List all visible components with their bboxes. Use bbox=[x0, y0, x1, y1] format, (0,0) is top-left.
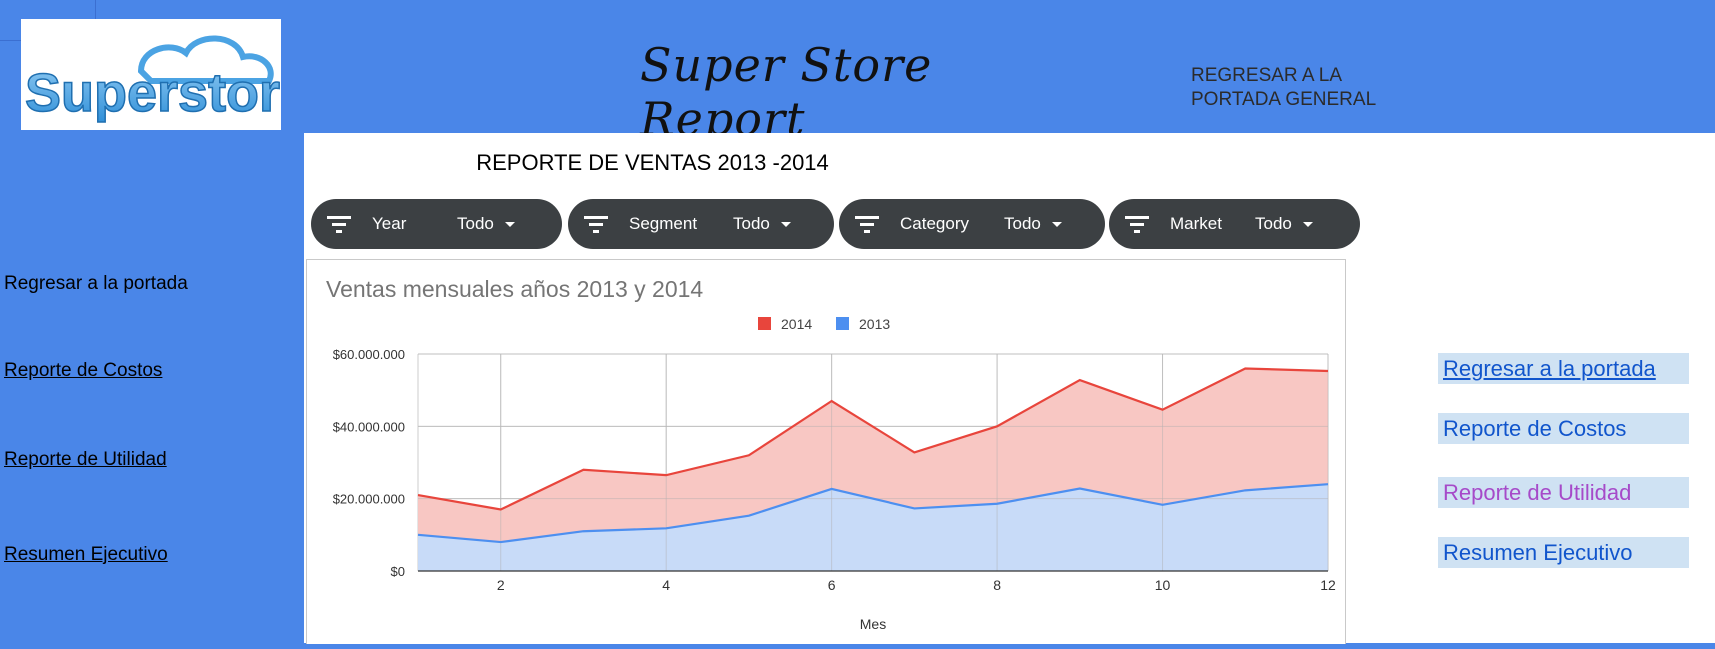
filter-market-value: Todo bbox=[1255, 214, 1292, 233]
filter-segment-value: Todo bbox=[733, 214, 770, 233]
back-general-line-2: PORTADA GENERAL bbox=[1191, 89, 1377, 110]
filter-category-label: Category bbox=[900, 214, 969, 233]
legend-swatch-2014 bbox=[758, 317, 771, 330]
x-tick-label: 4 bbox=[662, 577, 670, 593]
chevron-down-icon bbox=[1052, 222, 1062, 227]
x-tick-label: 2 bbox=[497, 577, 505, 593]
right-nav-costs[interactable]: Reporte de Costos bbox=[1438, 413, 1689, 444]
back-general-line-1: REGRESAR A LA bbox=[1191, 65, 1343, 86]
page-title: Super Store Report bbox=[640, 38, 933, 146]
right-nav-profit[interactable]: Reporte de Utilidad bbox=[1438, 477, 1689, 508]
left-nav-home[interactable]: Regresar a la portada bbox=[4, 273, 188, 295]
filter-year[interactable]: Year Todo bbox=[311, 199, 562, 249]
superstore-logo: Superstore bbox=[21, 19, 281, 130]
legend-label-2014: 2014 bbox=[781, 316, 812, 332]
filter-icon bbox=[327, 216, 351, 233]
filter-year-label: Year bbox=[372, 214, 407, 233]
logo-text: Superstore bbox=[25, 63, 281, 123]
right-nav-executive-summary[interactable]: Resumen Ejecutivo bbox=[1438, 537, 1689, 568]
left-nav-profit[interactable]: Reporte de Utilidad bbox=[4, 449, 167, 471]
y-tick-label: $60.000.000 bbox=[333, 347, 405, 362]
filter-market-label: Market bbox=[1170, 214, 1222, 233]
filter-category-value: Todo bbox=[1004, 214, 1041, 233]
y-tick-label: $0 bbox=[391, 564, 405, 579]
x-tick-label: 8 bbox=[993, 577, 1001, 593]
chevron-down-icon bbox=[1303, 222, 1313, 227]
sales-chart: Ventas mensuales años 2013 y 2014 2014 201… bbox=[306, 259, 1346, 644]
filter-segment[interactable]: Segment Todo bbox=[568, 199, 834, 249]
filter-segment-label: Segment bbox=[629, 214, 698, 233]
x-tick-label: 12 bbox=[1320, 577, 1336, 593]
back-to-general-cover-link[interactable]: REGRESAR A LA PORTADA GENERAL bbox=[1191, 64, 1421, 112]
filter-icon bbox=[1125, 216, 1149, 233]
chart-title: Ventas mensuales años 2013 y 2014 bbox=[326, 276, 703, 302]
chevron-down-icon bbox=[781, 222, 791, 227]
left-nav-executive-summary[interactable]: Resumen Ejecutivo bbox=[4, 544, 168, 566]
filter-year-value: Todo bbox=[457, 214, 494, 233]
report-title: REPORTE DE VENTAS 2013 -2014 bbox=[476, 150, 829, 175]
right-nav-home[interactable]: Regresar a la portada bbox=[1438, 353, 1689, 384]
x-tick-label: 10 bbox=[1155, 577, 1171, 593]
filter-market[interactable]: Market Todo bbox=[1109, 199, 1360, 249]
filter-icon bbox=[855, 216, 879, 233]
y-tick-label: $40.000.000 bbox=[333, 419, 405, 434]
filter-icon bbox=[584, 216, 608, 233]
x-axis-label: Mes bbox=[860, 616, 886, 632]
x-tick-label: 6 bbox=[828, 577, 836, 593]
legend-swatch-2013 bbox=[836, 317, 849, 330]
filter-category[interactable]: Category Todo bbox=[839, 199, 1105, 249]
chart-svg: Ventas mensuales años 2013 y 2014 2014 201… bbox=[326, 276, 1336, 632]
y-tick-label: $20.000.000 bbox=[333, 492, 405, 507]
legend-label-2013: 2013 bbox=[859, 316, 890, 332]
left-nav-costs[interactable]: Reporte de Costos bbox=[4, 360, 162, 382]
chevron-down-icon bbox=[505, 222, 515, 227]
